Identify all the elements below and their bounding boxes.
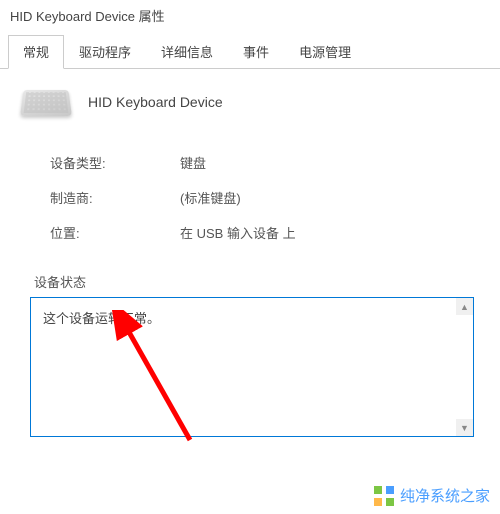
info-row-location: 位置: 在 USB 输入设备 上 xyxy=(22,215,478,250)
status-textbox[interactable]: 这个设备运转正常。 ▲ ▼ xyxy=(30,297,474,437)
tab-events[interactable]: 事件 xyxy=(228,35,284,68)
window-title: HID Keyboard Device 属性 xyxy=(0,0,500,31)
status-label: 设备状态 xyxy=(26,272,478,291)
tab-details[interactable]: 详细信息 xyxy=(146,35,228,68)
location-value: 在 USB 输入设备 上 xyxy=(180,223,296,242)
watermark-text: 纯净系统之家 xyxy=(400,485,490,506)
device-name: HID Keyboard Device xyxy=(88,94,223,110)
status-text: 这个设备运转正常。 xyxy=(43,308,461,327)
content-panel: HID Keyboard Device 设备类型: 键盘 制造商: (标准键盘)… xyxy=(0,69,500,455)
scrollbar-up-icon[interactable]: ▲ xyxy=(456,298,473,315)
type-value: 键盘 xyxy=(180,153,206,172)
type-label: 设备类型: xyxy=(50,153,180,172)
status-section: 设备状态 这个设备运转正常。 ▲ ▼ xyxy=(22,272,478,437)
tab-bar: 常规 驱动程序 详细信息 事件 电源管理 xyxy=(0,35,500,69)
keyboard-icon xyxy=(20,90,72,116)
manufacturer-label: 制造商: xyxy=(50,188,180,207)
manufacturer-value: (标准键盘) xyxy=(180,188,241,207)
location-label: 位置: xyxy=(50,223,180,242)
tab-power[interactable]: 电源管理 xyxy=(284,35,366,68)
tab-driver[interactable]: 驱动程序 xyxy=(64,35,146,68)
watermark: 纯净系统之家 xyxy=(374,485,490,506)
tab-general[interactable]: 常规 xyxy=(8,35,64,69)
watermark-logo-icon xyxy=(374,486,394,506)
info-row-manufacturer: 制造商: (标准键盘) xyxy=(22,180,478,215)
info-row-type: 设备类型: 键盘 xyxy=(22,145,478,180)
device-header: HID Keyboard Device xyxy=(22,87,478,117)
scrollbar-down-icon[interactable]: ▼ xyxy=(456,419,473,436)
